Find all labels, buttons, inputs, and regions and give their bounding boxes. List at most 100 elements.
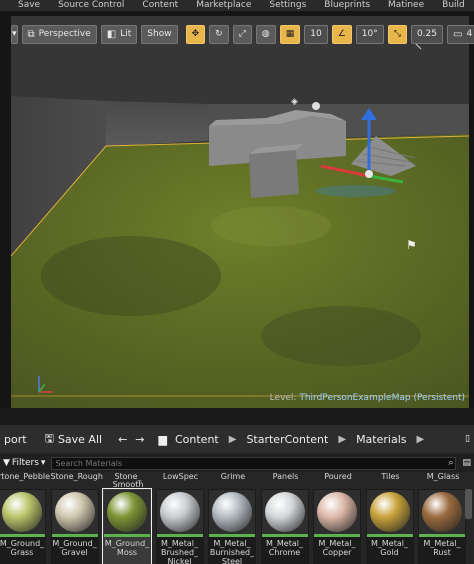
scale-tool-button[interactable]: ⤢ — [232, 24, 252, 44]
previous-row-asset-name[interactable]: Poured — [313, 473, 363, 481]
viewport-toolbar: ▾ ⧉ Perspective ◧ Lit Show ✥ ↻ ⤢ ◍ ▦ 10 ∠ … — [11, 20, 474, 48]
asset-type-bar — [419, 534, 465, 537]
asset-name: M_Metal_ Copper — [318, 539, 356, 557]
asset-type-bar — [366, 534, 413, 537]
camera-speed-button[interactable]: ▭ 4 — [447, 24, 474, 44]
save-all-label: Save All — [57, 432, 103, 446]
save-search-icon: ▤ — [462, 458, 471, 468]
asset-thumbnail — [419, 490, 465, 534]
asset-tile[interactable]: M_Metal_ Chrome — [260, 489, 309, 564]
viewport-options-button[interactable]: ▾ — [11, 24, 18, 44]
asset-tile[interactable]: M_Ground_ Grass — [0, 489, 46, 564]
menu-matinee[interactable]: Matinee — [379, 0, 433, 11]
asset-type-bar — [209, 534, 255, 537]
save-all-button[interactable]: 🖫 Save All — [41, 427, 107, 451]
grid-snap-toggle[interactable]: ▦ — [279, 24, 301, 44]
grid-snap-value[interactable]: 10 — [304, 24, 328, 44]
show-label: Show — [147, 29, 172, 39]
previous-row-asset-name[interactable]: Grime — [208, 473, 258, 481]
asset-scrollbar[interactable] — [465, 489, 472, 519]
back-button[interactable]: ← — [114, 427, 131, 451]
asset-tile[interactable]: M_Ground_ Gravel — [50, 489, 99, 564]
asset-type-bar — [314, 534, 360, 537]
material-sphere-icon — [317, 492, 357, 532]
filters-bar: ▼ Filters ▾ Search Materials ⌕ ▤ — [0, 454, 474, 472]
asset-tile[interactable]: M_Ground_ Moss — [102, 488, 152, 564]
previous-row-asset-name[interactable]: Stone_ Smooth — [103, 473, 153, 489]
asset-tile[interactable]: M_Metal_ Gold — [365, 489, 414, 564]
previous-row-asset-name[interactable]: Panels — [261, 473, 311, 481]
breadcrumb-content[interactable]: Content — [171, 427, 223, 451]
previous-row-asset-name[interactable]: Stone_Rough — [51, 473, 103, 481]
level-prefix: Level: — [269, 393, 297, 403]
asset-name: M_Ground_ Gravel — [52, 539, 97, 557]
grid-snap-text: 10 — [310, 29, 322, 39]
previous-row-asset-name[interactable]: Tiles — [366, 473, 416, 481]
previous-row-asset-name[interactable]: M_Glass — [418, 473, 468, 481]
chevron-right-icon: ▶ — [416, 433, 425, 445]
current-level-label: Level: ThirdPersonExampleMap (Persistent… — [270, 393, 465, 403]
import-button[interactable]: port — [0, 427, 31, 451]
breadcrumb-content-label: Content — [174, 432, 219, 446]
asset-tile[interactable]: M_Metal_ Copper — [313, 489, 361, 564]
lock-icon: ▯ — [465, 434, 470, 444]
menu-marketplace[interactable]: Marketplace — [187, 0, 260, 11]
search-input[interactable]: Search Materials ⌕ — [51, 456, 457, 470]
show-button[interactable]: Show — [141, 24, 178, 44]
perspective-icon: ⧉ — [27, 28, 35, 40]
chevron-right-icon: ▶ — [228, 433, 237, 445]
scale-snap-toggle[interactable]: ⤡ — [387, 24, 407, 44]
previous-row-asset-name[interactable]: LowSpec — [156, 473, 206, 481]
menu-settings[interactable]: Settings — [260, 0, 315, 11]
menu-blueprints[interactable]: Blueprints — [315, 0, 379, 11]
breadcrumb-materials-label: Materials — [356, 432, 407, 446]
forward-button[interactable]: → — [131, 427, 148, 451]
asset-tile[interactable]: M_Metal_ Brushed_ Nickel — [155, 489, 204, 564]
rotation-snap-value[interactable]: 10° — [355, 24, 384, 44]
asset-thumbnail — [209, 490, 255, 534]
folder-button[interactable]: ▆ — [155, 427, 171, 451]
asset-tile[interactable]: M_Metal_ Rust — [418, 489, 466, 564]
filters-button[interactable]: ▼ Filters ▾ — [0, 456, 48, 470]
previous-row-asset-name[interactable]: rtone_Pebble — [0, 473, 50, 481]
translate-tool-button[interactable]: ✥ — [185, 24, 206, 44]
breadcrumb-startercontent[interactable]: StarterContent — [242, 427, 332, 451]
asset-name: M_Metal_ Brushed_ Nickel — [160, 539, 199, 564]
lit-button[interactable]: ◧ Lit — [100, 24, 138, 44]
folder-icon: ▆ — [158, 432, 167, 446]
material-sphere-icon — [54, 492, 95, 532]
level-viewport[interactable]: ◈ ⚑ Level: ThirdPersonExampleMap (Persis… — [11, 16, 469, 408]
breadcrumb-materials[interactable]: Materials — [352, 427, 410, 451]
search-placeholder: Search Materials — [55, 458, 123, 468]
asset-name: M_Metal_ Burnished_ Steel — [209, 539, 255, 564]
rotation-snap-text: 10° — [361, 29, 378, 39]
chevron-right-icon: ▶ — [338, 433, 347, 445]
material-sphere-icon — [369, 492, 410, 532]
lit-label: Lit — [120, 29, 132, 39]
search-icon: ⌕ — [448, 457, 454, 468]
asset-tile[interactable]: M_Metal_ Burnished_ Steel — [208, 489, 256, 564]
angle-icon: ∠ — [337, 29, 346, 39]
asset-thumbnail — [51, 490, 98, 534]
save-search-button[interactable]: ▤ — [459, 456, 474, 470]
content-browser: port 🖫 Save All ← → ▆ Content ▶ StarterCo… — [0, 425, 474, 564]
rotation-snap-toggle[interactable]: ∠ — [331, 24, 352, 44]
perspective-button[interactable]: ⧉ Perspective — [21, 24, 97, 44]
menu-build[interactable]: Build — [433, 0, 474, 11]
lock-button[interactable]: ▯ — [461, 427, 474, 451]
content-browser-toolbar: port 🖫 Save All ← → ▆ Content ▶ StarterCo… — [0, 425, 474, 453]
svg-text:◈: ◈ — [291, 97, 298, 107]
filters-label: Filters — [11, 458, 39, 468]
grid-icon: ▦ — [285, 29, 295, 39]
rotate-tool-button[interactable]: ↻ — [209, 24, 229, 44]
menu-content[interactable]: Content — [133, 0, 187, 11]
menu-source-control[interactable]: Source Control — [49, 0, 133, 11]
world-local-button[interactable]: ◍ — [255, 24, 276, 44]
rotate-icon: ↻ — [215, 29, 223, 39]
breadcrumb-startercontent-label: StarterContent — [246, 432, 329, 446]
asset-thumbnail — [156, 490, 203, 534]
menu-save[interactable]: Save — [0, 0, 49, 11]
previous-row-names: rtone_Pebble Stone_Rough Stone_ Smooth LowS… — [0, 473, 474, 489]
scale-snap-value[interactable]: 0.25 — [410, 24, 443, 44]
forward-arrow-icon: → — [135, 432, 145, 446]
